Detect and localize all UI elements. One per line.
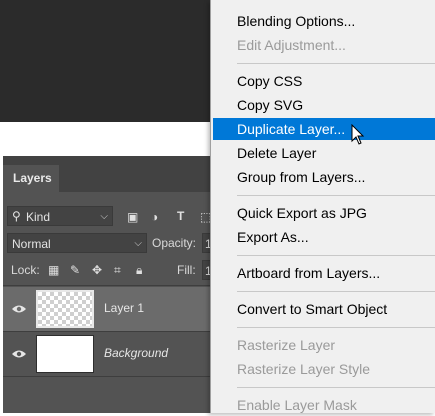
menu-item-edit-adjustment: Edit Adjustment... xyxy=(237,37,346,53)
menu-item-duplicate-layer[interactable]: Duplicate Layer... xyxy=(213,118,435,140)
chevron-down-icon: ⌵ xyxy=(100,211,108,222)
menu-item-delete-layer[interactable]: Delete Layer xyxy=(213,142,435,164)
lock-all-icon[interactable]: 🔒︎ xyxy=(136,263,142,277)
menu-separator xyxy=(237,291,435,292)
menu-item-export-as[interactable]: Export As... xyxy=(213,226,435,248)
filter-type-icon[interactable]: T xyxy=(177,209,184,223)
menu-separator xyxy=(237,63,435,64)
tab-layers[interactable]: Layers xyxy=(3,165,59,192)
menu-separator xyxy=(237,387,435,388)
blend-mode-value: Normal xyxy=(12,237,51,251)
menu-item-copy-css[interactable]: Copy CSS xyxy=(213,70,435,92)
lock-label: Lock: xyxy=(11,263,40,277)
layer-name[interactable]: Background xyxy=(104,346,168,360)
lock-move-icon[interactable]: ✥ xyxy=(92,263,102,277)
eye-icon[interactable] xyxy=(11,349,27,359)
menu-item-artboard-from-layers[interactable]: Artboard from Layers... xyxy=(213,262,435,284)
menu-item-rasterize-layer: Rasterize Layer xyxy=(237,337,336,353)
layer-name[interactable]: Layer 1 xyxy=(104,301,144,315)
menu-item-group-from-layers[interactable]: Group from Layers... xyxy=(213,166,435,188)
menu-item-quick-export-jpg[interactable]: Quick Export as JPG xyxy=(213,202,435,224)
filter-pixel-icon[interactable]: ▣ xyxy=(127,210,138,224)
layer-thumbnail-white xyxy=(36,335,94,373)
search-icon: ⚲ xyxy=(12,209,21,223)
lock-artboard-icon[interactable]: ⌗ xyxy=(114,263,121,277)
menu-item-convert-smart-object[interactable]: Convert to Smart Object xyxy=(213,298,435,320)
fill-label: Fill: xyxy=(177,263,196,277)
context-menu: Blending Options... Edit Adjustment... C… xyxy=(210,0,435,413)
filter-kind-value: Kind xyxy=(26,210,51,224)
menu-item-blending-options[interactable]: Blending Options... xyxy=(213,10,435,32)
filter-kind-select[interactable]: ⚲ Kind ⌵ xyxy=(7,206,113,226)
opacity-label: Opacity: xyxy=(152,236,197,250)
chevron-down-icon: ⌵ xyxy=(134,238,142,249)
menu-item-copy-svg[interactable]: Copy SVG xyxy=(213,94,435,116)
eye-icon[interactable] xyxy=(11,304,27,314)
menu-separator xyxy=(237,255,435,256)
menu-separator xyxy=(237,327,435,328)
lock-brush-icon[interactable]: ✎ xyxy=(70,263,80,277)
menu-item-rasterize-layer-style: Rasterize Layer Style xyxy=(237,361,371,377)
lock-transparent-icon[interactable]: ▦ xyxy=(48,263,59,277)
layer-thumbnail-transparent xyxy=(36,290,94,328)
menu-separator xyxy=(237,195,435,196)
mouse-cursor-icon xyxy=(351,124,365,145)
filter-adjustment-icon[interactable]: ◑ xyxy=(151,210,158,224)
blend-mode-select[interactable]: Normal ⌵ xyxy=(7,233,147,253)
